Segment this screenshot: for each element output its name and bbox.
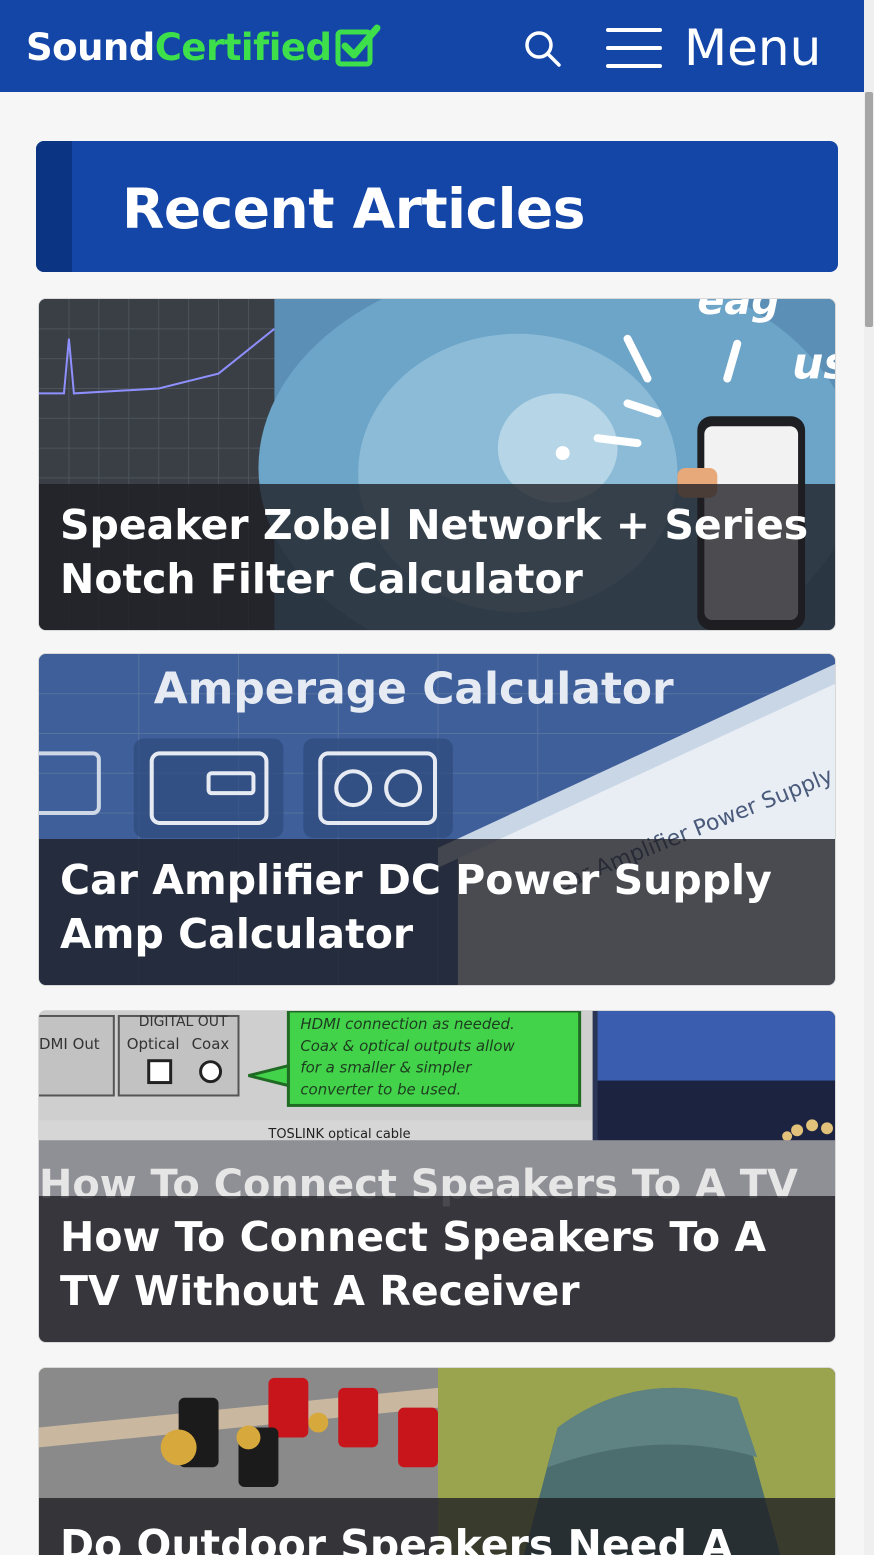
logo-text-certified: Certified <box>154 25 332 69</box>
thumb-digital-out: DIGITAL OUT <box>139 1014 228 1030</box>
site-logo[interactable]: Sound Certified <box>26 22 381 72</box>
logo-text-sound: Sound <box>26 25 155 69</box>
search-button[interactable] <box>520 26 564 70</box>
article-title: Do Outdoor Speakers Need A <box>60 1521 733 1555</box>
article-card-amperage[interactable]: Amperage Calculator Car Amplifier Power … <box>38 653 836 986</box>
thumb-optical: Optical <box>127 1035 180 1053</box>
search-icon <box>525 31 561 67</box>
menu-label: Menu <box>684 19 822 77</box>
scrollbar-thumb[interactable] <box>865 92 873 327</box>
thumb-toslink: TOSLINK optical cable <box>267 1127 410 1142</box>
recent-articles-heading-box: Recent Articles <box>36 141 838 272</box>
article-card-zobel[interactable]: us eag Speaker Zobel Network + Series No… <box>38 298 836 631</box>
thumb-hdmi-out: DMI Out <box>39 1035 100 1053</box>
svg-text:Coax & optical outputs allow: Coax & optical outputs allow <box>300 1037 515 1055</box>
article-card-tv-speakers[interactable]: DMI Out DIGITAL OUT Optical Coax HDMI co… <box>38 1010 836 1343</box>
article-card-outdoor-speakers[interactable]: Do Outdoor Speakers Need A <box>38 1367 836 1555</box>
article-title: Car Amplifier DC Power Supply Amp Calcul… <box>60 856 772 958</box>
site-header: Sound Certified Menu <box>0 0 864 92</box>
svg-text:for a smaller & simpler: for a smaller & simpler <box>300 1059 472 1077</box>
hamburger-icon <box>606 28 662 68</box>
thumb-caption: Amperage Calculator <box>154 664 674 715</box>
svg-text:converter to be used.: converter to be used. <box>300 1081 461 1099</box>
svg-text:eag: eag <box>697 299 780 324</box>
thumb-coax: Coax <box>192 1035 230 1053</box>
article-title: Speaker Zobel Network + Series Notch Fil… <box>60 501 809 603</box>
article-title: How To Connect Speakers To A TV Without … <box>60 1213 767 1315</box>
svg-text:HDMI connection as needed.: HDMI connection as needed. <box>300 1015 514 1033</box>
section-title: Recent Articles <box>122 177 585 241</box>
heading-accent-bar <box>36 141 72 272</box>
checkbox-check-icon <box>335 24 381 67</box>
menu-button[interactable]: Menu <box>606 18 821 78</box>
svg-text:us: us <box>792 339 835 390</box>
